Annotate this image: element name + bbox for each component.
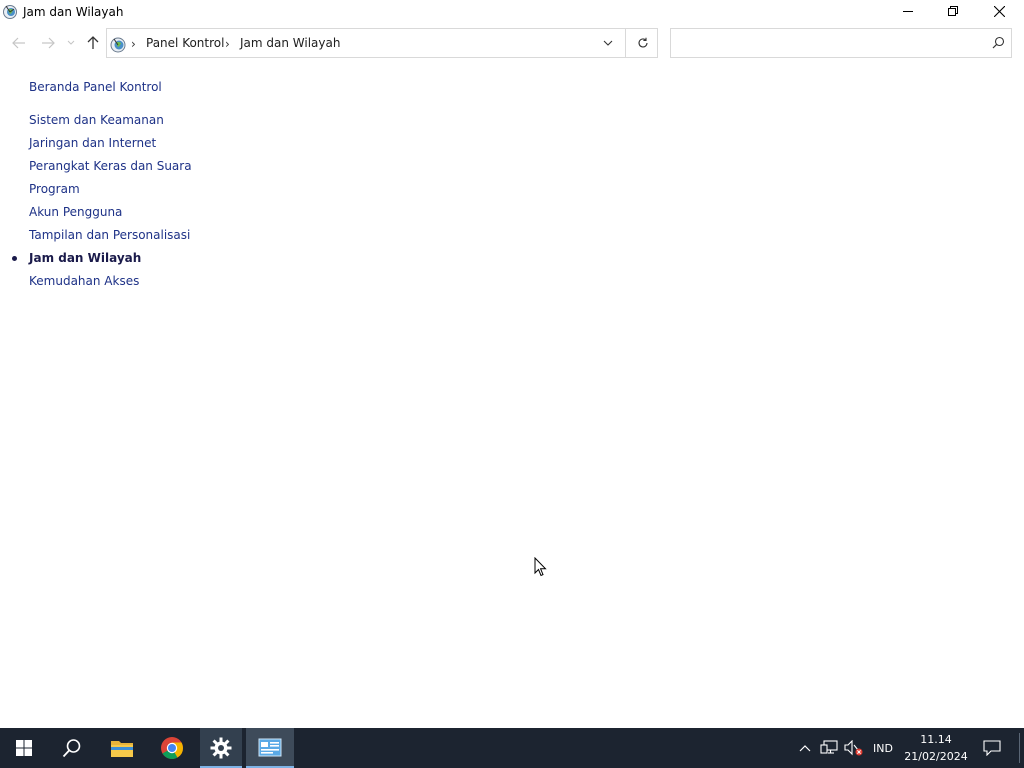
gear-icon [210,737,232,759]
network-button[interactable] [818,728,840,768]
refresh-icon [638,37,648,48]
file-explorer-button[interactable] [98,728,146,768]
nav-link-hardware-sound[interactable]: Perangkat Keras dan Suara [29,159,192,173]
clock-date: 21/02/2024 [904,750,968,763]
windows-start-icon [16,740,32,756]
close-button[interactable] [976,0,1022,22]
arrow-right-icon [42,37,55,49]
search-icon [992,36,1005,49]
navigation-row: › Panel Kontrol › Jam dan Wilayah [0,24,1024,62]
chrome-icon [161,737,183,759]
nav-link-ease-of-access[interactable]: Kemudahan Akses [29,274,139,288]
nav-link-appearance[interactable]: Tampilan dan Personalisasi [29,228,190,242]
folder-icon [111,741,133,757]
recent-locations-button[interactable] [64,32,78,54]
arrow-left-icon [12,37,25,49]
forward-button[interactable] [37,32,59,54]
minimize-button[interactable] [885,0,931,22]
title-bar: Jam dan Wilayah [0,0,1024,24]
address-bar[interactable]: › Panel Kontrol › Jam dan Wilayah [106,28,658,58]
clock-button[interactable]: 11.14 21/02/2024 [902,728,970,768]
window-title: Jam dan Wilayah [23,5,124,19]
breadcrumb-separator[interactable]: › [131,37,136,51]
up-button[interactable] [82,32,104,54]
chrome-button[interactable] [148,728,196,768]
arrow-up-icon [87,36,99,49]
taskbar-search-button[interactable] [48,728,96,768]
network-icon [820,740,838,754]
restore-icon [948,6,958,16]
nav-link-user-accounts[interactable]: Akun Pengguna [29,205,122,219]
close-icon [993,5,1005,17]
search-icon [62,739,81,758]
breadcrumb-panel-kontrol[interactable]: Panel Kontrol [146,36,224,50]
nav-link-system-security[interactable]: Sistem dan Keamanan [29,113,164,127]
nav-link-control-panel-home[interactable]: Beranda Panel Kontrol [29,80,162,94]
taskbar: IND 11.14 21/02/2024 [0,728,1024,768]
address-dropdown-button[interactable] [597,29,619,57]
breadcrumb-jam-dan-wilayah[interactable]: Jam dan Wilayah [240,36,340,50]
action-center-button[interactable] [978,728,1006,768]
start-button[interactable] [0,728,48,768]
chevron-down-icon [603,40,613,46]
breadcrumb-separator[interactable]: › [225,37,230,51]
chevron-down-icon [67,40,75,45]
nav-link-network-internet[interactable]: Jaringan dan Internet [29,136,156,150]
clock-time: 11.14 [920,733,952,746]
show-hidden-icons-button[interactable] [796,728,814,768]
show-desktop-button[interactable] [1019,733,1022,763]
restore-button[interactable] [930,0,976,22]
settings-button[interactable] [200,728,242,768]
divider [625,29,626,57]
nav-link-programs[interactable]: Program [29,182,80,196]
control-panel-icon [258,738,282,757]
nav-link-clock-region: Jam dan Wilayah [29,251,142,265]
notification-icon [983,740,1001,756]
mouse-cursor-icon [534,557,547,577]
minimize-icon [903,11,913,12]
control-panel-button[interactable] [246,728,294,768]
volume-button[interactable] [843,728,865,768]
chevron-up-icon [799,745,811,752]
volume-muted-icon [844,740,863,756]
current-location-bullet [12,256,17,261]
clock-region-icon [3,5,17,19]
search-input[interactable] [670,28,1012,58]
refresh-button[interactable] [631,29,655,57]
control-panel-icon [110,37,126,53]
back-button[interactable] [8,32,30,54]
input-language-button[interactable]: IND [868,728,898,768]
